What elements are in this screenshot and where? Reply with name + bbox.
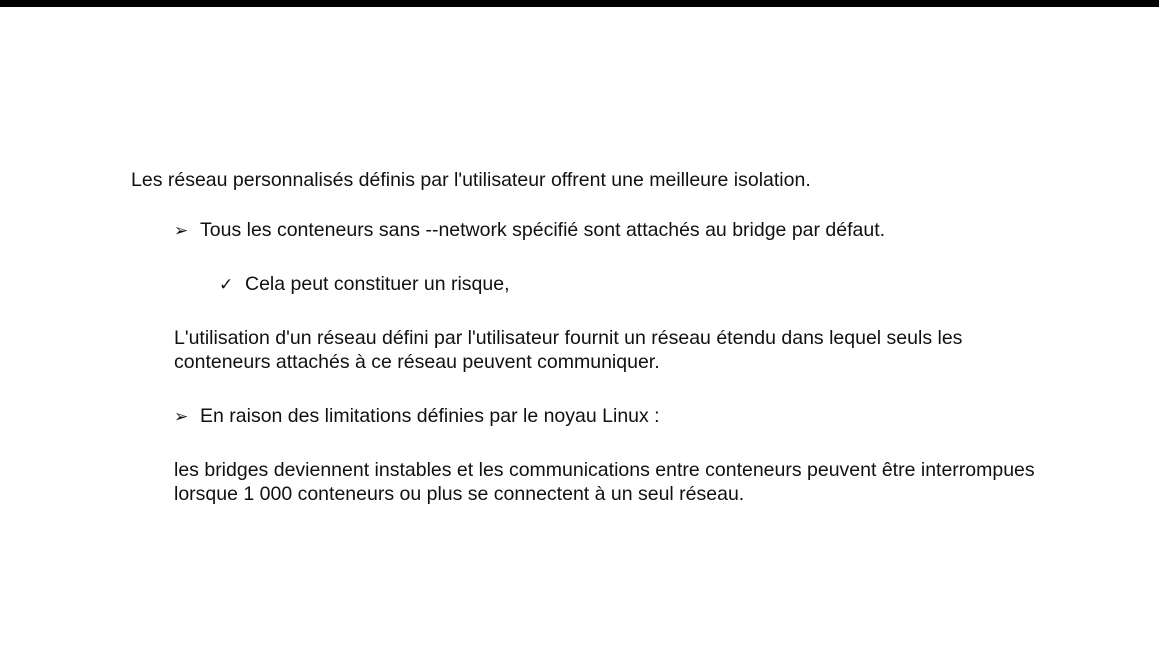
paragraph-bridge-instability: les bridges deviennent instables et les … bbox=[174, 459, 1035, 505]
arrow-bullet-icon: ➢ bbox=[174, 407, 189, 426]
paragraph-user-network: L'utilisation d'un réseau défini par l'u… bbox=[174, 327, 963, 373]
top-border bbox=[0, 0, 1159, 7]
checkmark-bullet-icon: ✓ bbox=[219, 275, 234, 294]
slide-content: Les réseau personnalisés définis par l'u… bbox=[0, 7, 1159, 655]
bullet-text: Cela peut constituer un risque, bbox=[245, 273, 510, 295]
bullet-risk: ✓ Cela peut constituer un risque, bbox=[219, 272, 510, 297]
intro-text: Les réseau personnalisés définis par l'u… bbox=[131, 169, 811, 191]
bullet-linux-limitations: ➢ En raison des limitations définies par … bbox=[174, 404, 660, 429]
bullet-text: En raison des limitations définies par l… bbox=[200, 405, 660, 427]
arrow-bullet-icon: ➢ bbox=[174, 221, 189, 240]
bullet-default-bridge: ➢ Tous les conteneurs sans --network spéc… bbox=[174, 218, 885, 243]
bullet-text: Tous les conteneurs sans --network spéci… bbox=[200, 219, 886, 241]
